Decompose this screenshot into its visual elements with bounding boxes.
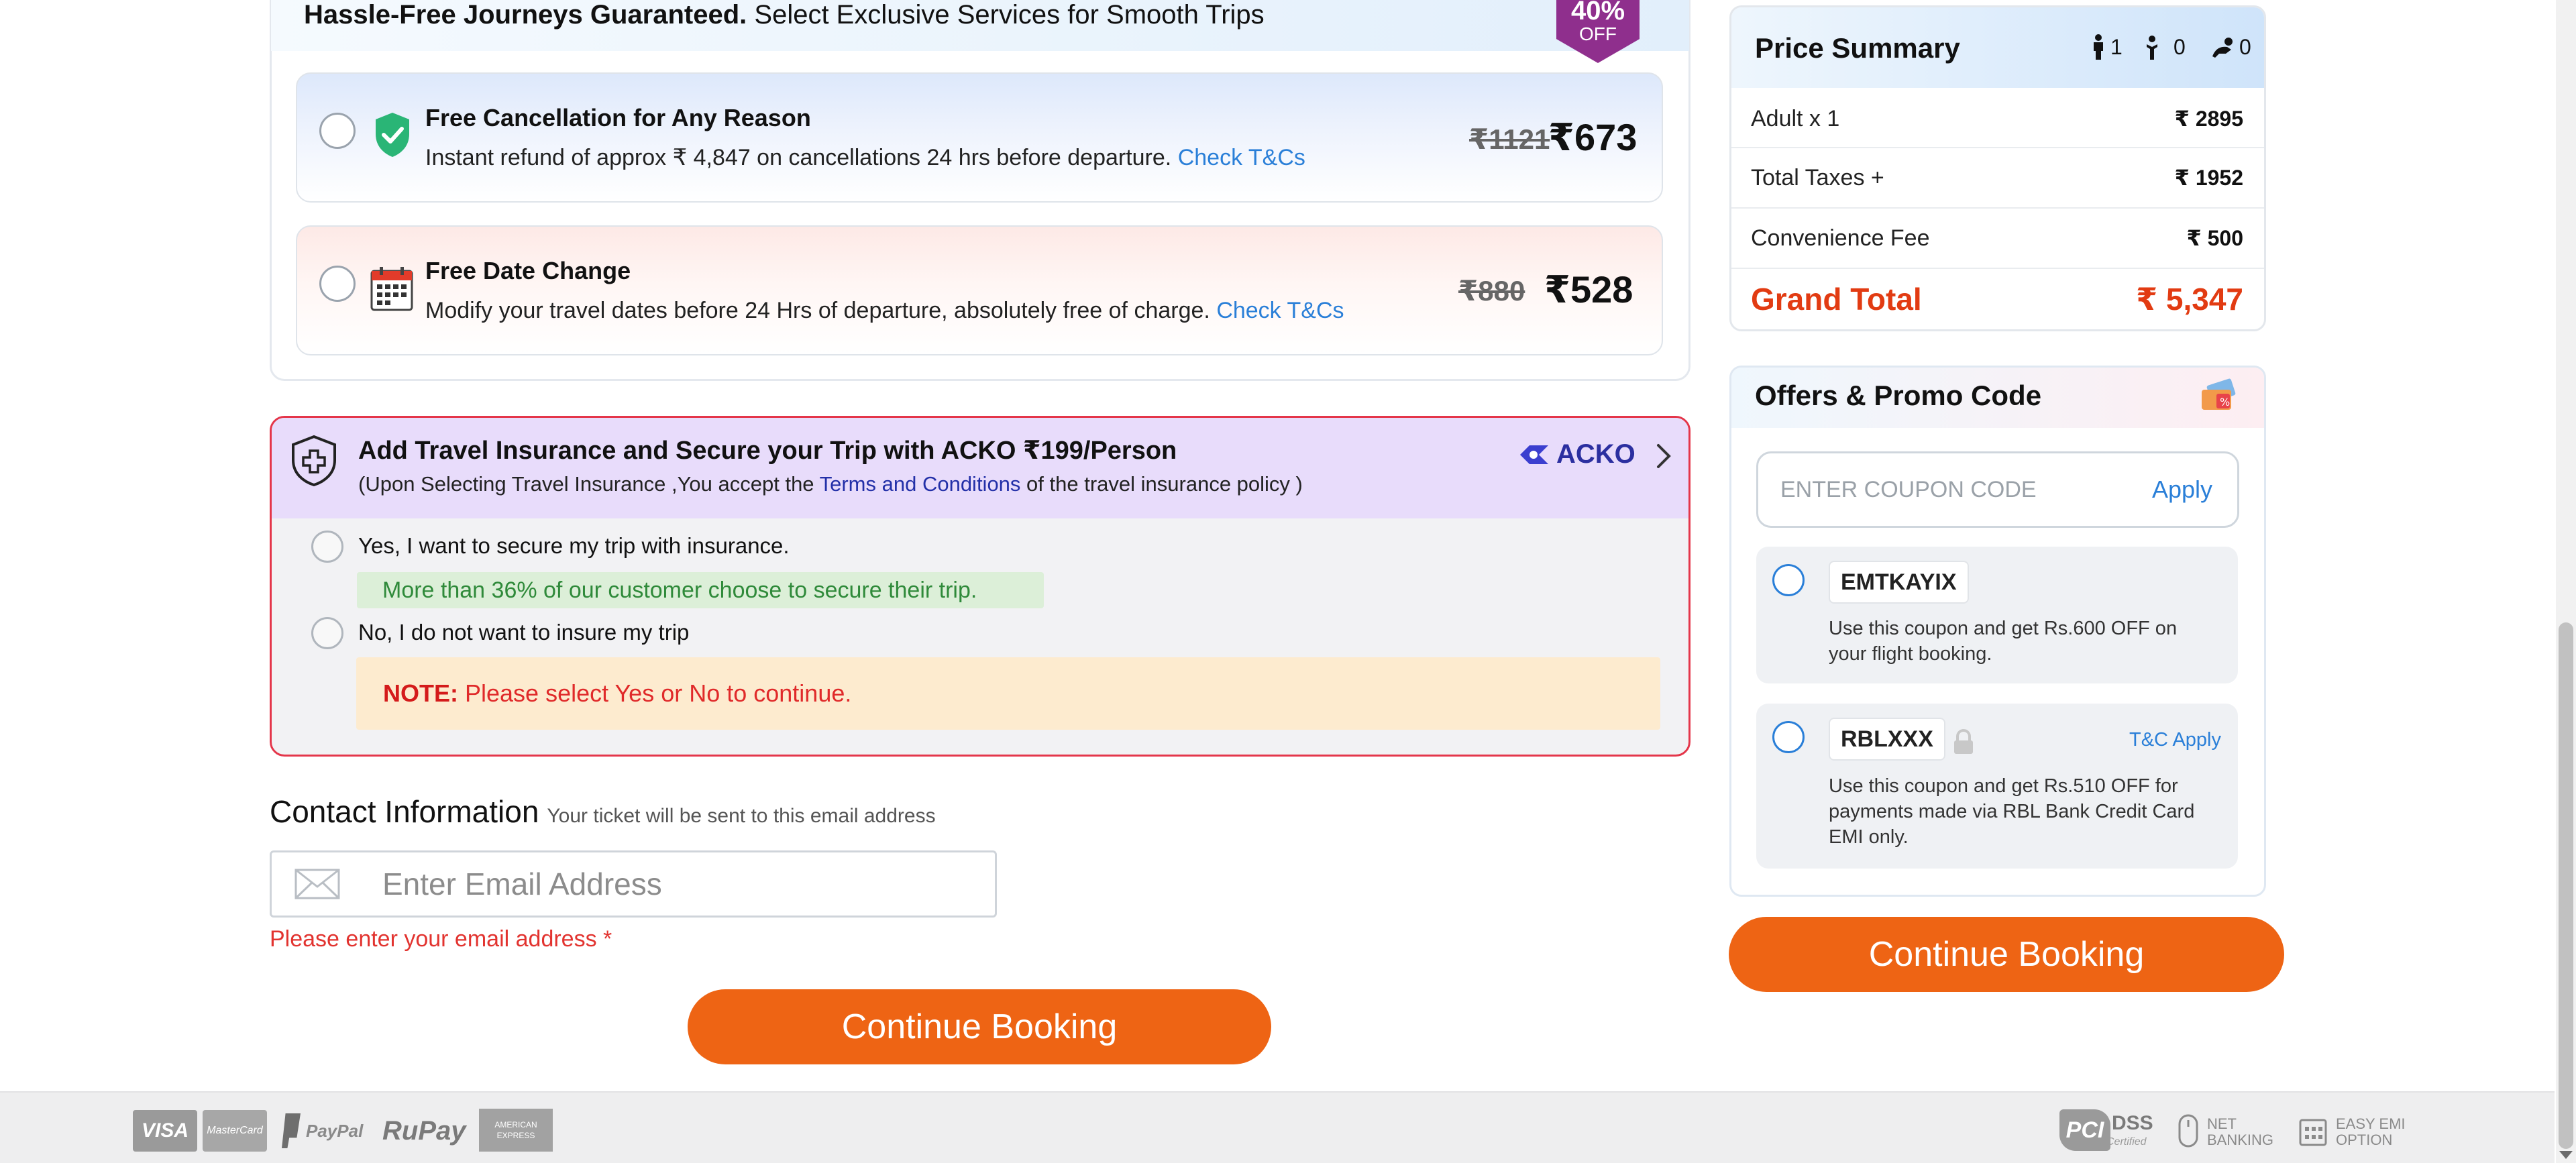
- adult-icon: [2094, 34, 2103, 60]
- contact-information-subtitle: Your ticket will be sent to this email a…: [547, 805, 936, 827]
- price-summary-title: Price Summary: [1755, 32, 1960, 64]
- chevron-right-icon[interactable]: [1653, 443, 1673, 469]
- free-date-change-tc-link[interactable]: Check T&Cs: [1216, 298, 1344, 323]
- free-cancellation-radio[interactable]: [319, 113, 356, 149]
- email-error-message: Please enter your email address *: [270, 926, 612, 952]
- free-cancellation-option[interactable]: [296, 72, 1663, 203]
- insurance-note: NOTE: Please select Yes or No to continu…: [356, 657, 1660, 730]
- free-date-change-price: ₹528: [1544, 268, 1633, 311]
- insurance-no-radio[interactable]: [311, 617, 343, 649]
- coupon-code-input[interactable]: [1780, 463, 2129, 516]
- paypal-logo: PayPal: [306, 1121, 364, 1141]
- coupon-tc-link[interactable]: T&C Apply: [2129, 729, 2221, 751]
- insurance-terms-link[interactable]: Terms and Conditions: [820, 472, 1021, 496]
- emi-calendar-icon: [2298, 1116, 2328, 1147]
- coupon-ticket-icon: %: [2198, 378, 2238, 415]
- visa-logo: VISA: [133, 1110, 197, 1152]
- free-cancellation-desc: Instant refund of approx ₹ 4,847 on canc…: [425, 145, 1305, 170]
- coupon-code-rblxxx: RBLXXX: [1829, 718, 1945, 761]
- insurance-yes-radio[interactable]: [311, 531, 343, 563]
- continue-booking-button[interactable]: Continue Booking: [688, 989, 1271, 1064]
- coupon-desc-rblxxx: Use this coupon and get Rs.510 OFF for p…: [1829, 775, 2195, 848]
- offers-title: Offers & Promo Code: [1755, 380, 2042, 411]
- email-input[interactable]: [382, 856, 986, 912]
- insurance-header: [272, 418, 1688, 518]
- coupon-radio-rblxxx[interactable]: [1772, 721, 1805, 753]
- free-cancellation-tc-link[interactable]: Check T&Cs: [1178, 145, 1305, 170]
- grand-total-label: Grand Total: [1751, 282, 1922, 317]
- insurance-no-label[interactable]: No, I do not want to insure my trip: [358, 620, 689, 645]
- acko-logo: ACKO: [1517, 439, 1635, 469]
- envelope-icon: [294, 868, 341, 900]
- coupon-code-emtkayix: EMTKAYIX: [1829, 561, 1969, 604]
- insurance-social-proof: More than 36% of our customer choose to …: [357, 572, 1044, 608]
- apply-coupon-button[interactable]: Apply: [2152, 476, 2212, 503]
- mouse-icon: [2178, 1113, 2199, 1150]
- free-cancellation-price: ₹673: [1548, 116, 1638, 158]
- calendar-icon: [370, 266, 413, 311]
- lock-icon: [1952, 728, 1975, 755]
- price-row-adult-value: ₹ 2895: [2174, 107, 2243, 131]
- infant-count: 0: [2211, 35, 2251, 60]
- pci-logo: PCI: [2059, 1109, 2110, 1151]
- coupon-desc-emtkayix: Use this coupon and get Rs.600 OFF on yo…: [1829, 618, 2178, 665]
- shield-check-icon: [373, 111, 412, 158]
- price-row-convenience-label: Convenience Fee: [1751, 225, 1930, 251]
- free-date-change-old-price: ₹880: [1458, 275, 1525, 307]
- free-cancellation-old-price: ₹1121: [1469, 123, 1550, 155]
- child-icon: [2147, 36, 2157, 60]
- price-row-adult-label: Adult x 1: [1751, 106, 1840, 131]
- infant-icon: [2212, 37, 2233, 58]
- mastercard-logo: MasterCard: [203, 1110, 267, 1152]
- dss-label: DSS: [2112, 1112, 2153, 1134]
- continue-booking-sidebar-button[interactable]: Continue Booking: [1729, 917, 2284, 992]
- free-date-change-title: Free Date Change: [425, 257, 631, 284]
- certified-label: Certified: [2106, 1136, 2147, 1148]
- net-banking-label: NET BANKING: [2207, 1115, 2274, 1148]
- insurance-yes-label[interactable]: Yes, I want to secure my trip with insur…: [358, 533, 790, 559]
- grand-total-value: ₹ 5,347: [2136, 282, 2243, 317]
- price-row-taxes-label: Total Taxes +: [1751, 165, 1884, 190]
- addons-banner-title: Hassle-Free Journeys Guaranteed. Select …: [304, 0, 1265, 30]
- price-row-convenience-value: ₹ 500: [2186, 226, 2243, 250]
- free-date-change-desc: Modify your travel dates before 24 Hrs o…: [425, 298, 1344, 323]
- discount-badge-off: OFF: [1579, 23, 1617, 44]
- easy-emi-label: EASY EMI OPTION: [2336, 1115, 2406, 1148]
- discount-badge-percent: 40%: [1570, 0, 1625, 25]
- amex-logo: AMERICAN EXPRESS: [479, 1109, 553, 1152]
- contact-information-heading: Contact Information Your ticket will be s…: [270, 794, 936, 829]
- adult-count: 1: [2090, 34, 2123, 60]
- free-date-change-radio[interactable]: [319, 266, 356, 302]
- scroll-down-arrow-icon[interactable]: [2559, 1151, 2573, 1159]
- child-count: 0: [2144, 34, 2186, 60]
- insurance-title: Add Travel Insurance and Secure your Tri…: [358, 437, 1177, 465]
- insurance-subtitle: (Upon Selecting Travel Insurance ,You ac…: [358, 472, 1303, 496]
- coupon-radio-emtkayix[interactable]: [1772, 564, 1805, 596]
- shield-plus-icon: [290, 435, 338, 487]
- svg-text:%: %: [2220, 396, 2230, 408]
- price-row-taxes-value: ₹ 1952: [2174, 166, 2243, 190]
- scrollbar-thumb[interactable]: [2559, 622, 2573, 1149]
- rupay-logo: RuPay: [382, 1116, 466, 1146]
- free-cancellation-title: Free Cancellation for Any Reason: [425, 104, 811, 131]
